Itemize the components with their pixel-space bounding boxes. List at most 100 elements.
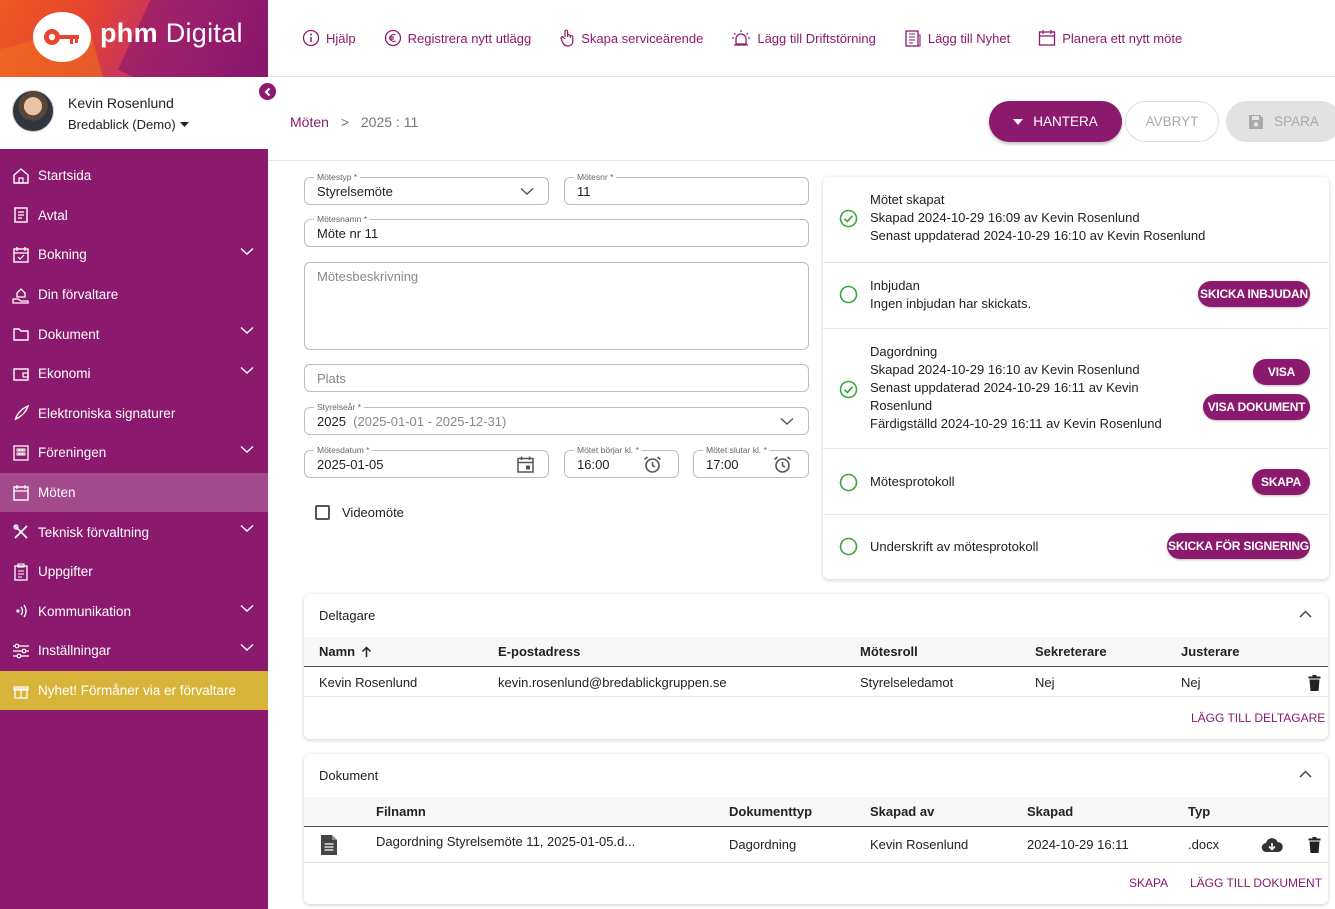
column-header-name[interactable]: Namn [319, 644, 372, 659]
nav-item-startsida[interactable]: Startsida [0, 156, 268, 196]
meeting-number-label: Mötesnr * [574, 172, 617, 182]
sliders-icon [11, 641, 31, 661]
nav-item-dokument[interactable]: Dokument [0, 314, 268, 354]
end-time-input[interactable]: Mötet slutar kl. * 17:00 [693, 445, 809, 478]
document-filename[interactable]: Dagordning Styrelsemöte 11, 2025-01-05.d… [376, 834, 635, 849]
view-document-button[interactable]: VISA DOKUMENT [1203, 394, 1310, 420]
board-year-value: 2025 (2025-01-01 - 2025-12-31) [317, 414, 507, 429]
help-link[interactable]: Hjälp [302, 29, 356, 47]
column-header-adjuster[interactable]: Justerare [1181, 644, 1240, 659]
nav-item-elektroniska-signaturer[interactable]: Elektroniska signaturer [0, 394, 268, 434]
nav-item-uppgifter[interactable]: Uppgifter [0, 552, 268, 592]
status-invite-line1: Ingen inbjudan har skickats. [870, 296, 1032, 311]
send-for-signing-button[interactable]: SKICKA FÖR SIGNERING [1167, 533, 1310, 559]
brand-logo-text: phm Digital [100, 18, 243, 48]
calendar-picker-icon[interactable] [517, 456, 534, 473]
user-name: Kevin Rosenlund [68, 95, 174, 111]
send-invitation-button[interactable]: SKICKA INBJUDAN [1198, 281, 1310, 307]
chevron-down-icon [240, 644, 254, 652]
save-button[interactable]: SPARA [1226, 101, 1335, 142]
plan-new-meeting-link[interactable]: Planera ett nytt möte [1038, 29, 1182, 47]
meeting-type-select[interactable]: Mötestyp * Styrelsemöte [304, 172, 549, 205]
status-minutes-row: Mötesprotokoll SKAPA [823, 449, 1329, 515]
view-agenda-button[interactable]: VISA [1253, 359, 1310, 385]
add-participant-button[interactable]: LÄGG TILL DELTAGARE [1191, 711, 1325, 725]
nav-item-moten[interactable]: Möten [0, 472, 268, 513]
participant-secretary: Nej [1035, 675, 1055, 690]
nav-item-kommunikation[interactable]: Kommunikation [0, 592, 268, 632]
wallet-icon [11, 364, 31, 384]
column-header-created[interactable]: Skapad [1027, 804, 1073, 819]
tools-icon [11, 522, 31, 542]
quick-actions-toolbar: Hjälp Registrera nytt utlägg Skapa servi… [268, 0, 1335, 77]
nav-item-avtal[interactable]: Avtal [0, 196, 268, 236]
start-time-input[interactable]: Mötet börjar kl. * 16:00 [564, 445, 679, 478]
status-created-line2: Senast uppdaterad 2024-10-29 16:10 av Ke… [870, 228, 1206, 243]
alarm-clock-icon[interactable] [773, 455, 792, 474]
breadcrumb-parent-link[interactable]: Möten [290, 114, 329, 130]
meeting-type-label: Mötestyp * [314, 172, 361, 182]
chevron-up-icon[interactable] [1299, 610, 1312, 618]
create-service-request-link[interactable]: Skapa serviceärende [559, 29, 703, 47]
chevron-up-icon[interactable] [1299, 770, 1312, 778]
status-agenda-line3: Färdigställd 2024-10-29 16:11 av Kevin R… [870, 416, 1162, 431]
document-doctype: Dagordning [729, 837, 797, 852]
nav-item-nyhet-formaner[interactable]: Nyhet! Förmåner via er förvaltare [0, 670, 268, 711]
create-document-button[interactable]: SKAPA [1129, 876, 1168, 890]
board-year-label: Styrelseår * [314, 402, 364, 412]
meeting-number-input[interactable]: Mötesnr * 11 [564, 172, 809, 205]
add-news-link[interactable]: Lägg till Nyhet [904, 29, 1010, 47]
manage-button[interactable]: HANTERA [989, 101, 1122, 142]
status-invite-title: Inbjudan [870, 278, 920, 293]
cloud-download-icon[interactable] [1261, 837, 1283, 853]
alarm-clock-icon[interactable] [643, 455, 662, 474]
column-header-email[interactable]: E-postadress [498, 644, 580, 659]
nav-item-din-forvaltare[interactable]: Din förvaltare [0, 275, 268, 315]
column-header-doctype[interactable]: Dokumenttyp [729, 804, 812, 819]
meeting-description-textarea[interactable]: Mötesbeskrivning [304, 262, 809, 350]
participant-role: Styrelseledamot [860, 675, 954, 690]
cancel-button[interactable]: AVBRYT [1125, 101, 1219, 142]
add-document-button[interactable]: LÄGG TILL DOKUMENT [1190, 876, 1322, 890]
meeting-date-input[interactable]: Mötesdatum * 2025-01-05 [304, 445, 549, 478]
register-expense-link[interactable]: Registrera nytt utlägg [384, 29, 531, 47]
meeting-name-input[interactable]: Mötesnamn * Möte nr 11 [304, 214, 809, 247]
siren-icon [731, 29, 751, 47]
trash-icon[interactable] [1308, 837, 1321, 853]
meeting-number-value: 11 [577, 184, 591, 199]
status-minutes-title: Mötesprotokoll [870, 474, 955, 489]
column-header-filename[interactable]: Filnamn [376, 804, 426, 819]
nav-item-teknisk-forvaltning[interactable]: Teknisk förvaltning [0, 512, 268, 552]
location-input[interactable]: Plats [304, 364, 809, 392]
organization-selector[interactable]: Bredablick (Demo) [68, 117, 189, 132]
euro-coin-icon [384, 29, 402, 47]
add-disruption-link[interactable]: Lägg till Driftstörning [731, 29, 876, 47]
video-meeting-checkbox[interactable] [315, 505, 330, 520]
gift-icon [11, 681, 31, 701]
nav-item-installningar[interactable]: Inställningar [0, 631, 268, 671]
chevron-left-icon [264, 87, 270, 96]
trash-icon[interactable] [1308, 675, 1321, 691]
nav-item-ekonomi[interactable]: Ekonomi [0, 354, 268, 394]
avatar[interactable] [12, 90, 54, 132]
column-header-secretary[interactable]: Sekreterare [1035, 644, 1107, 659]
start-time-value: 16:00 [577, 457, 610, 472]
status-created-row: Mötet skapat Skapad 2024-10-29 16:09 av … [823, 177, 1329, 263]
nav-item-bokning[interactable]: Bokning [0, 235, 268, 275]
end-time-label: Mötet slutar kl. * [703, 445, 770, 455]
start-time-label: Mötet börjar kl. * [574, 445, 642, 455]
meeting-name-label: Mötesnamn * [314, 214, 371, 224]
column-header-type[interactable]: Typ [1188, 804, 1210, 819]
create-minutes-button[interactable]: SKAPA [1252, 469, 1310, 495]
collapse-sidebar-button[interactable] [258, 82, 277, 101]
status-agenda-line2b: Rosenlund [870, 398, 933, 413]
documents-title: Dokument [319, 768, 379, 783]
document-type: .docx [1188, 837, 1220, 852]
video-meeting-label: Videomöte [342, 505, 404, 520]
meeting-type-value: Styrelsemöte [317, 184, 393, 199]
column-header-created-by[interactable]: Skapad av [870, 804, 934, 819]
column-header-role[interactable]: Mötesroll [860, 644, 918, 659]
nav-item-foreningen[interactable]: Föreningen [0, 433, 268, 473]
contract-icon [11, 205, 31, 225]
board-year-select[interactable]: Styrelseår * 2025 (2025-01-01 - 2025-12-… [304, 402, 809, 435]
